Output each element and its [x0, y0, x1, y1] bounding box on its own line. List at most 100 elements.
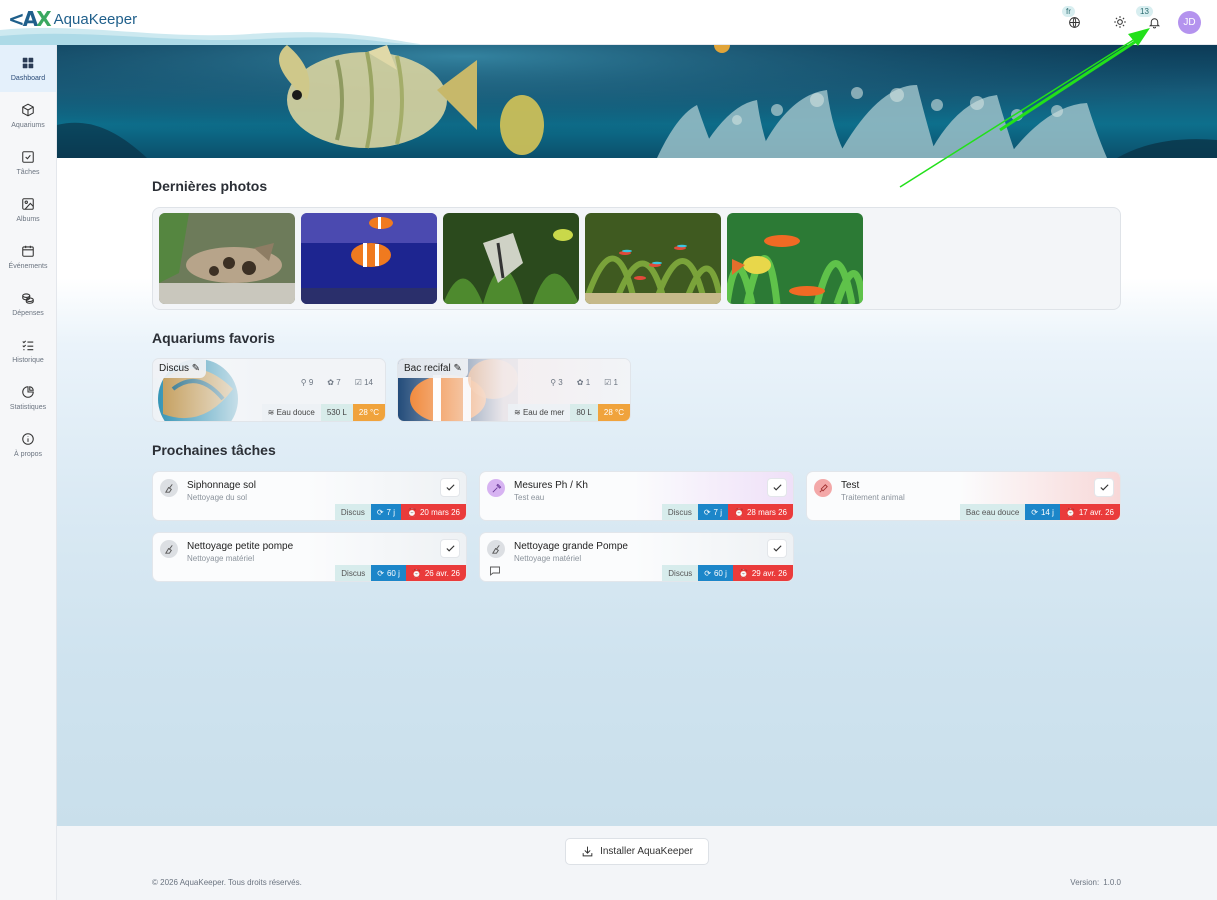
plant-count: ✿ 7: [327, 378, 341, 387]
cleaning-icon: [487, 540, 505, 558]
sidebar-item-label: Albums: [16, 215, 40, 223]
aquarium-stats: ⚲ 9 ✿ 7 ☑ 14: [301, 378, 373, 387]
task-recurrence-tag: ⟳ 7 j: [697, 504, 728, 520]
footer: Installer AquaKeeper © 2026 AquaKeeper. …: [57, 826, 1217, 900]
app-logo[interactable]: <AX AquaKeeper: [8, 7, 137, 31]
sidebar-item-tasks[interactable]: Tâches: [0, 139, 56, 186]
fish-count: ⚲ 9: [300, 378, 314, 387]
sidebar-item-dashboard[interactable]: Dashboard: [0, 45, 56, 92]
sidebar-item-label: Statistiques: [9, 403, 47, 411]
task-aquarium-tag: Discus: [335, 565, 372, 581]
photo-thumbnail[interactable]: [727, 213, 863, 304]
alarm-icon: ⏰: [738, 568, 749, 578]
cube-icon: [22, 103, 34, 116]
task-recurrence-tag: ⟳ 7 j: [370, 504, 401, 520]
task-subtitle: Test eau: [514, 493, 545, 502]
pin-icon[interactable]: ✎: [192, 363, 200, 374]
alarm-icon: ⏰: [407, 507, 417, 517]
task-card[interactable]: Mesures Ph / Kh Test eau Discus ⟳ 7 j ⏰ 28…: [479, 471, 794, 521]
version-info: Version: 1.0.0: [1070, 878, 1121, 887]
task-subtitle: Nettoyage matériel: [187, 554, 255, 563]
task-card[interactable]: Nettoyage grande Pompe Nettoyage matérie…: [479, 532, 794, 582]
cleaning-icon: [160, 540, 178, 558]
notifications-button[interactable]: 13: [1136, 6, 1164, 36]
grid-icon: [22, 57, 34, 68]
language-button[interactable]: fr: [1062, 6, 1084, 36]
photo-thumbnail[interactable]: [443, 213, 579, 304]
complete-task-button[interactable]: [440, 539, 460, 558]
sidebar-item-events[interactable]: Événements: [0, 233, 56, 280]
task-title: Nettoyage petite pompe: [187, 541, 294, 552]
task-due-tag: ⏰ 28 mars 26: [728, 504, 793, 520]
sidebar-item-history[interactable]: Historique: [0, 327, 56, 374]
sidebar-item-about[interactable]: À propos: [0, 421, 56, 468]
plant-count: ✿ 1: [576, 378, 591, 387]
repeat-icon: ⟳: [376, 507, 384, 517]
temperature-tag: 28 °C: [352, 404, 385, 421]
coins-icon: [22, 292, 34, 304]
install-app-button[interactable]: Installer AquaKeeper: [565, 838, 709, 865]
photo-thumbnail[interactable]: [301, 213, 437, 304]
water-type-tag: ≋ Eau douce: [261, 404, 321, 421]
theme-toggle-button[interactable]: [1110, 8, 1130, 36]
sun-icon: [1114, 16, 1126, 28]
task-due-tag: ⏰ 20 mars 26: [401, 504, 466, 520]
task-card[interactable]: Test Traitement animal Bac eau douce ⟳ 14…: [806, 471, 1121, 521]
check-icon: [445, 545, 455, 552]
task-title: Siphonnage sol: [187, 480, 256, 491]
sidebar-item-aquariums[interactable]: Aquariums: [0, 92, 56, 139]
task-title: Mesures Ph / Kh: [514, 480, 588, 491]
calendar-icon: [22, 245, 34, 257]
volume-tag: 530 L: [320, 404, 353, 421]
photo-thumbnail[interactable]: [585, 213, 721, 304]
complete-task-button[interactable]: [440, 478, 460, 497]
task-recurrence-tag: ⟳ 60 j: [371, 565, 406, 581]
volume-tag: 80 L: [570, 404, 598, 421]
aquarium-card[interactable]: Discus ✎ ⚲ 9 ✿ 7 ☑ 14 ≋ Eau douce 530 L …: [152, 358, 386, 422]
task-card[interactable]: Siphonnage sol Nettoyage du sol Discus ⟳…: [152, 471, 467, 521]
top-bar: <AX AquaKeeper fr 13 JD: [0, 0, 1217, 45]
task-due-tag: ⏰ 26 avr. 26: [405, 565, 466, 581]
alarm-icon: ⏰: [1065, 507, 1076, 517]
sidebar: Dashboard Aquariums Tâches Albums Événem…: [0, 45, 57, 900]
user-avatar[interactable]: JD: [1178, 10, 1201, 34]
hero-banner-image: [57, 45, 1217, 158]
complete-task-button[interactable]: [767, 539, 787, 558]
check-icon: [1099, 484, 1109, 491]
sidebar-item-albums[interactable]: Albums: [0, 186, 56, 233]
check-icon: [772, 484, 782, 491]
pin-icon[interactable]: ✎: [453, 363, 461, 374]
photo-thumbnail[interactable]: [159, 213, 295, 304]
sidebar-item-label: À propos: [13, 450, 43, 458]
complete-task-button[interactable]: [767, 478, 787, 497]
pipette-icon: [487, 479, 505, 497]
repeat-icon: ⟳: [1031, 507, 1038, 517]
aquarium-card[interactable]: Bac recifal ✎ ⚲ 3 ✿ 1 ☑ 1 ≋ Eau de mer 8…: [397, 358, 631, 422]
check-icon: [772, 545, 782, 552]
comment-icon[interactable]: [489, 565, 501, 577]
sidebar-item-label: Historique: [12, 356, 44, 364]
task-aquarium-tag: Bac eau douce: [959, 504, 1026, 520]
sidebar-item-expenses[interactable]: Dépenses: [0, 280, 56, 327]
task-recurrence-tag: ⟳ 60 j: [698, 565, 733, 581]
complete-task-button[interactable]: [1094, 478, 1114, 497]
task-title: Test: [841, 480, 860, 491]
temperature-tag: 28 °C: [597, 404, 630, 421]
sidebar-item-label: Dashboard: [10, 74, 46, 82]
task-count: ☑ 14: [354, 378, 373, 387]
task-aquarium-tag: Discus: [661, 504, 698, 520]
check-icon: [445, 484, 455, 491]
sidebar-item-label: Tâches: [16, 168, 40, 176]
sidebar-item-statistics[interactable]: Statistiques: [0, 374, 56, 421]
task-subtitle: Nettoyage du sol: [187, 493, 248, 502]
info-icon: [22, 432, 34, 445]
language-badge: fr: [1062, 6, 1075, 17]
install-label: Installer AquaKeeper: [600, 846, 693, 857]
task-due-tag: ⏰ 17 avr. 26: [1059, 504, 1120, 520]
bell-icon: [1148, 17, 1160, 28]
task-aquarium-tag: Discus: [334, 504, 371, 520]
syringe-icon: [814, 479, 832, 497]
tasks-section-title: Prochaines tâches: [152, 442, 276, 458]
task-card[interactable]: Nettoyage petite pompe Nettoyage matérie…: [152, 532, 467, 582]
list-check-icon: [22, 340, 34, 350]
